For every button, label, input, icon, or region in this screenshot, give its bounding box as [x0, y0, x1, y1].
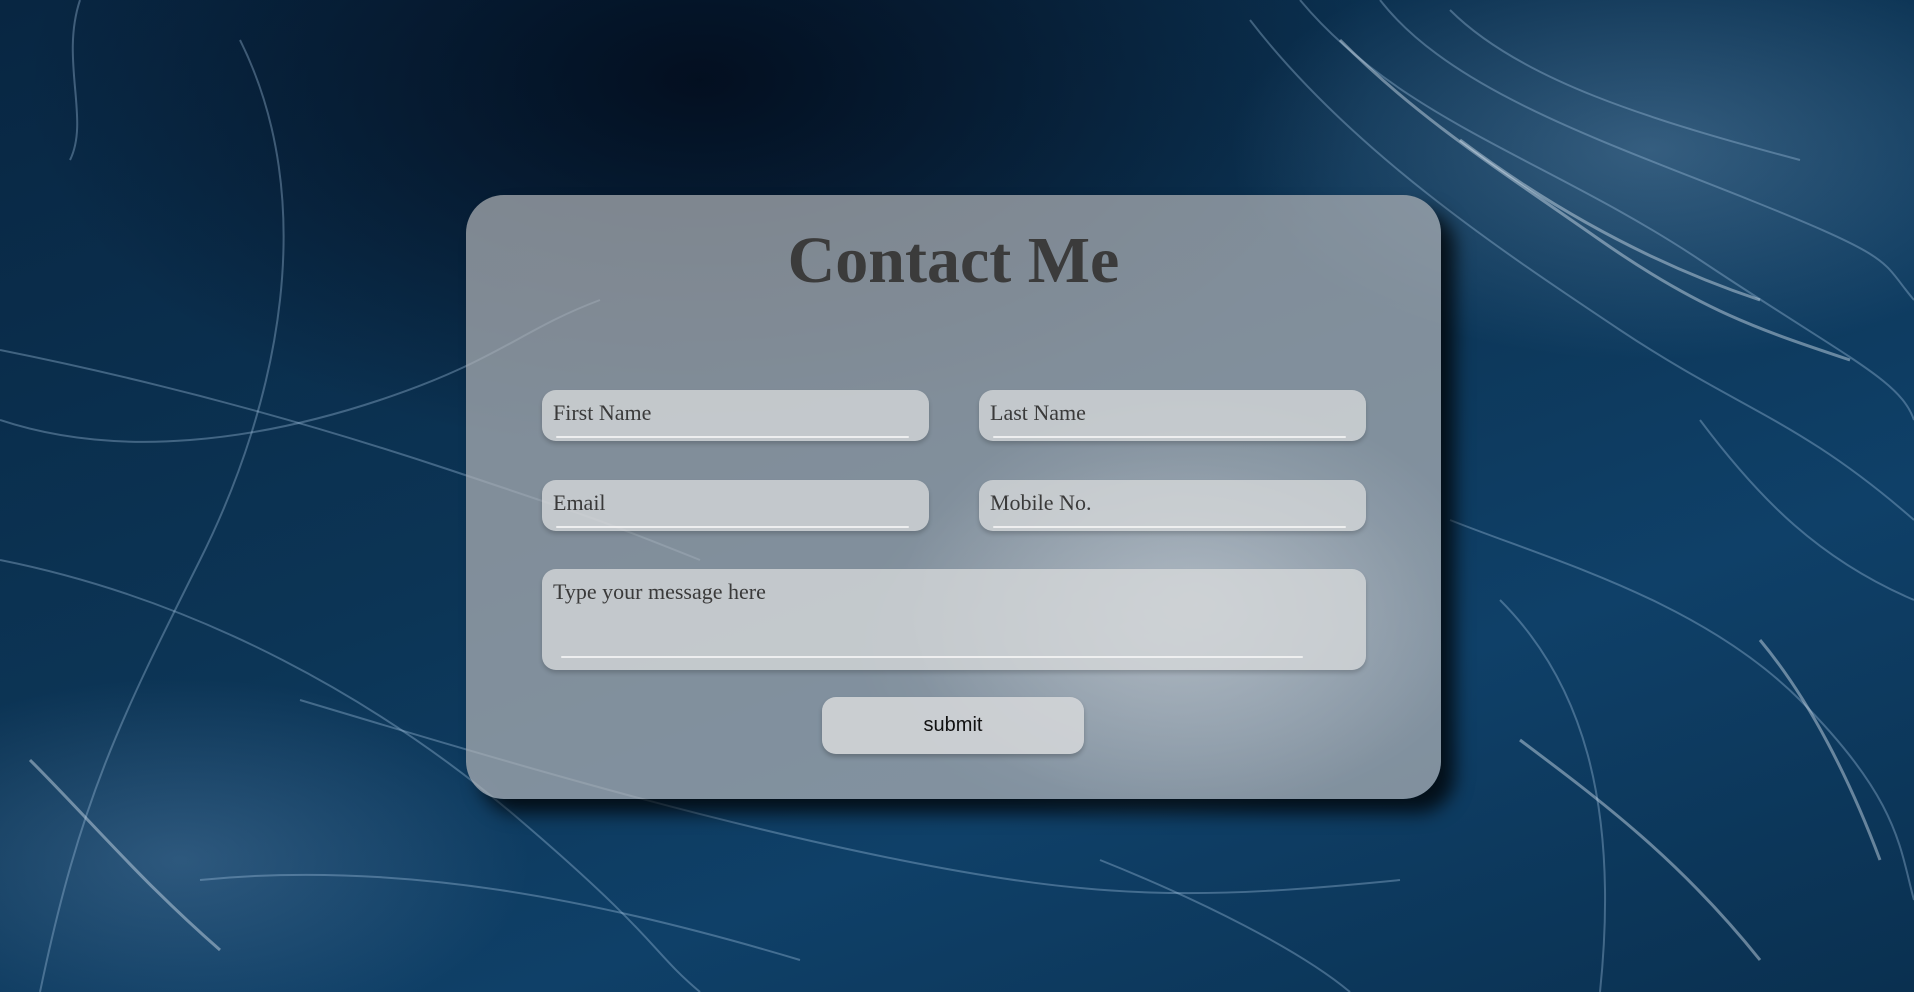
first-name-underline — [556, 436, 909, 438]
last-name-placeholder: Last Name — [990, 400, 1086, 425]
email-input[interactable]: Email — [542, 480, 929, 531]
email-placeholder: Email — [553, 490, 606, 515]
mobile-placeholder: Mobile No. — [990, 490, 1092, 515]
mobile-input[interactable]: Mobile No. — [979, 480, 1366, 531]
submit-button[interactable]: submit — [822, 697, 1084, 754]
last-name-underline — [993, 436, 1346, 438]
email-underline — [556, 526, 909, 528]
first-name-input[interactable]: First Name — [542, 390, 929, 441]
last-name-input[interactable]: Last Name — [979, 390, 1366, 441]
mobile-underline — [993, 526, 1346, 528]
first-name-placeholder: First Name — [553, 400, 652, 425]
message-textarea[interactable]: Type your message here — [542, 569, 1366, 670]
contact-card: Contact Me First Name Last Name Email Mo… — [466, 195, 1441, 799]
page-title: Contact Me — [787, 224, 1120, 297]
message-placeholder: Type your message here — [553, 579, 766, 604]
message-underline — [561, 656, 1303, 658]
